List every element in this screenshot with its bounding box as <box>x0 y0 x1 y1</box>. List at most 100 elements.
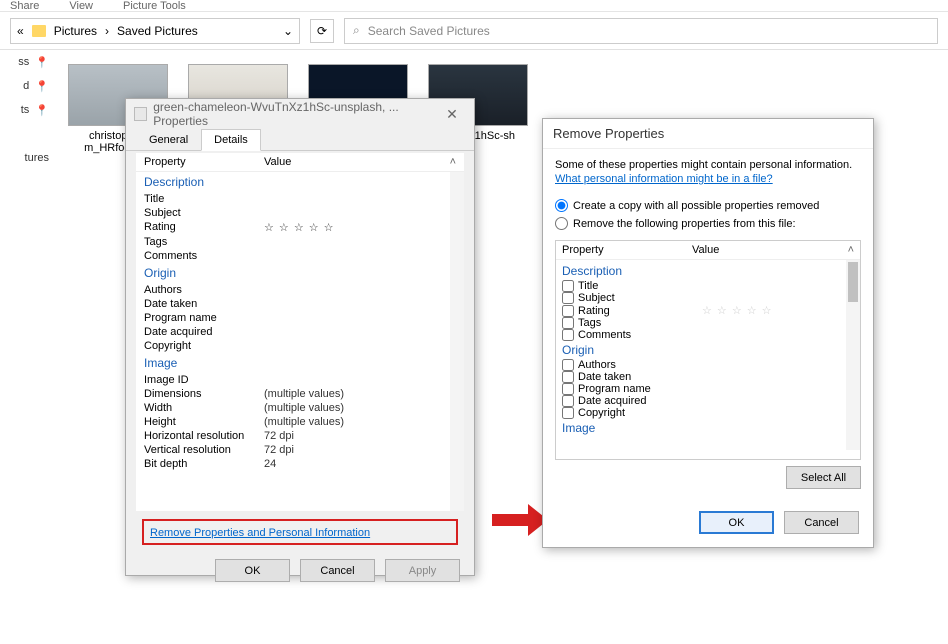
check-row[interactable]: Date taken <box>562 371 854 383</box>
ribbon: Share View Picture Tools <box>0 0 948 12</box>
breadcrumb-pictures[interactable]: Pictures <box>54 24 97 38</box>
info-link[interactable]: What personal information might be in a … <box>555 173 773 185</box>
checkbox[interactable] <box>562 317 574 329</box>
header-value: Value <box>692 244 719 256</box>
header-property: Property <box>144 156 264 168</box>
check-row[interactable]: Tags <box>562 317 854 329</box>
property-row[interactable]: Authors <box>144 283 456 297</box>
property-row[interactable]: Copyright <box>144 339 456 353</box>
property-row[interactable]: Horizontal resolution72 dpi <box>144 429 456 443</box>
section-origin: Origin <box>562 341 854 359</box>
property-row[interactable]: Dimensions(multiple values) <box>144 387 456 401</box>
scroll-up-icon[interactable]: ˄ <box>450 156 456 168</box>
checkbox[interactable] <box>562 280 574 292</box>
property-row[interactable]: Tags <box>144 235 456 249</box>
property-row[interactable]: Comments <box>144 249 456 263</box>
checkbox[interactable] <box>562 329 574 341</box>
apply-button[interactable]: Apply <box>385 559 460 582</box>
annotation-arrow <box>490 500 550 543</box>
nav-item[interactable] <box>0 122 55 146</box>
refresh-icon: ⟳ <box>317 24 327 38</box>
checkbox[interactable] <box>562 383 574 395</box>
checkbox[interactable] <box>562 407 574 419</box>
refresh-button[interactable]: ⟳ <box>310 19 334 43</box>
breadcrumb-saved[interactable]: Saved Pictures <box>117 24 198 38</box>
checkbox[interactable] <box>562 305 574 317</box>
check-row[interactable]: Rating☆ ☆ ☆ ☆ ☆ <box>562 304 854 317</box>
address-path[interactable]: « Pictures › Saved Pictures ⌄ <box>10 18 300 44</box>
check-row[interactable]: Program name <box>562 383 854 395</box>
nav-item[interactable]: tures <box>0 146 55 170</box>
dialog-title: green-chameleon-WvuTnXz1hSc-unsplash, ..… <box>153 100 438 128</box>
chevron-down-icon[interactable]: ⌄ <box>283 24 293 38</box>
close-button[interactable]: ✕ <box>438 106 466 123</box>
dialog-title[interactable]: Remove Properties <box>543 119 873 149</box>
nav-item[interactable]: ts📍 <box>0 98 55 122</box>
ribbon-share[interactable]: Share <box>10 0 39 11</box>
nav-item[interactable]: d📍 <box>0 74 55 98</box>
scrollbar-thumb[interactable] <box>848 262 858 302</box>
check-row[interactable]: Authors <box>562 359 854 371</box>
search-input[interactable]: ⌕ Search Saved Pictures <box>344 18 938 44</box>
section-image: Image <box>144 353 456 373</box>
ok-button[interactable]: OK <box>699 511 774 534</box>
dialog-title-bar[interactable]: green-chameleon-WvuTnXz1hSc-unsplash, ..… <box>126 99 474 129</box>
checklist-header: Property Value ˄ <box>556 241 860 260</box>
check-row[interactable]: Date acquired <box>562 395 854 407</box>
rating-stars: ☆ ☆ ☆ ☆ ☆ <box>702 304 773 317</box>
check-row[interactable]: Copyright <box>562 407 854 419</box>
property-row[interactable]: Program name <box>144 311 456 325</box>
select-all-button[interactable]: Select All <box>786 466 861 489</box>
property-row[interactable]: Date acquired <box>144 325 456 339</box>
remove-dialog-body: Some of these properties might contain p… <box>543 149 873 505</box>
checkbox[interactable] <box>562 371 574 383</box>
remove-properties-link[interactable]: Remove Properties and Personal Informati… <box>150 527 370 539</box>
property-row[interactable]: Bit depth24 <box>144 457 456 471</box>
property-row[interactable]: Image ID <box>144 373 456 387</box>
cancel-button[interactable]: Cancel <box>784 511 859 534</box>
radio-remove-from-file[interactable]: Remove the following properties from thi… <box>555 217 861 230</box>
check-row[interactable]: Comments <box>562 329 854 341</box>
radio-group: Create a copy with all possible properti… <box>555 199 861 230</box>
nav-back-icon[interactable]: « <box>17 24 24 38</box>
radio-input[interactable] <box>555 217 568 230</box>
property-row[interactable]: Vertical resolution72 dpi <box>144 443 456 457</box>
checkbox[interactable] <box>562 395 574 407</box>
radio-create-copy[interactable]: Create a copy with all possible properti… <box>555 199 861 212</box>
search-placeholder: Search Saved Pictures <box>368 24 490 38</box>
property-row[interactable]: Date taken <box>144 297 456 311</box>
arrow-icon <box>490 500 550 540</box>
radio-input[interactable] <box>555 199 568 212</box>
property-row[interactable]: Rating☆ ☆ ☆ ☆ ☆ <box>144 220 456 235</box>
tab-details[interactable]: Details <box>201 129 261 151</box>
property-row[interactable]: Subject <box>144 206 456 220</box>
cancel-button[interactable]: Cancel <box>300 559 375 582</box>
scrollbar[interactable] <box>846 260 860 450</box>
scrollbar[interactable] <box>450 172 464 511</box>
property-row[interactable]: Title <box>144 192 456 206</box>
breadcrumb-sep: › <box>105 24 109 38</box>
checkbox[interactable] <box>562 359 574 371</box>
ribbon-view[interactable]: View <box>69 0 93 11</box>
checklist-body[interactable]: Description Title Subject Rating☆ ☆ ☆ ☆ … <box>556 260 860 450</box>
info-text: Some of these properties might contain p… <box>555 159 861 171</box>
check-row[interactable]: Subject <box>562 292 854 304</box>
header-value: Value <box>264 156 291 168</box>
nav-item[interactable]: ss📍 <box>0 50 55 74</box>
check-row[interactable]: Title <box>562 280 854 292</box>
radio-label: Create a copy with all possible properti… <box>573 200 819 212</box>
header-property: Property <box>562 244 692 256</box>
property-row[interactable]: Width(multiple values) <box>144 401 456 415</box>
tab-general[interactable]: General <box>136 129 201 150</box>
ok-button[interactable]: OK <box>215 559 290 582</box>
property-row[interactable]: Height(multiple values) <box>144 415 456 429</box>
ribbon-picture-tools[interactable]: Picture Tools <box>123 0 186 11</box>
section-image: Image <box>562 419 854 437</box>
checkbox[interactable] <box>562 292 574 304</box>
properties-body: Property Value ˄ Description Title Subje… <box>136 153 464 511</box>
select-all-row: Select All <box>555 460 861 495</box>
remove-properties-dialog: Remove Properties Some of these properti… <box>542 118 874 548</box>
scroll-up-icon[interactable]: ˄ <box>848 244 854 256</box>
property-list[interactable]: Description Title Subject Rating☆ ☆ ☆ ☆ … <box>136 172 464 511</box>
rating-stars: ☆ ☆ ☆ ☆ ☆ <box>264 221 335 234</box>
